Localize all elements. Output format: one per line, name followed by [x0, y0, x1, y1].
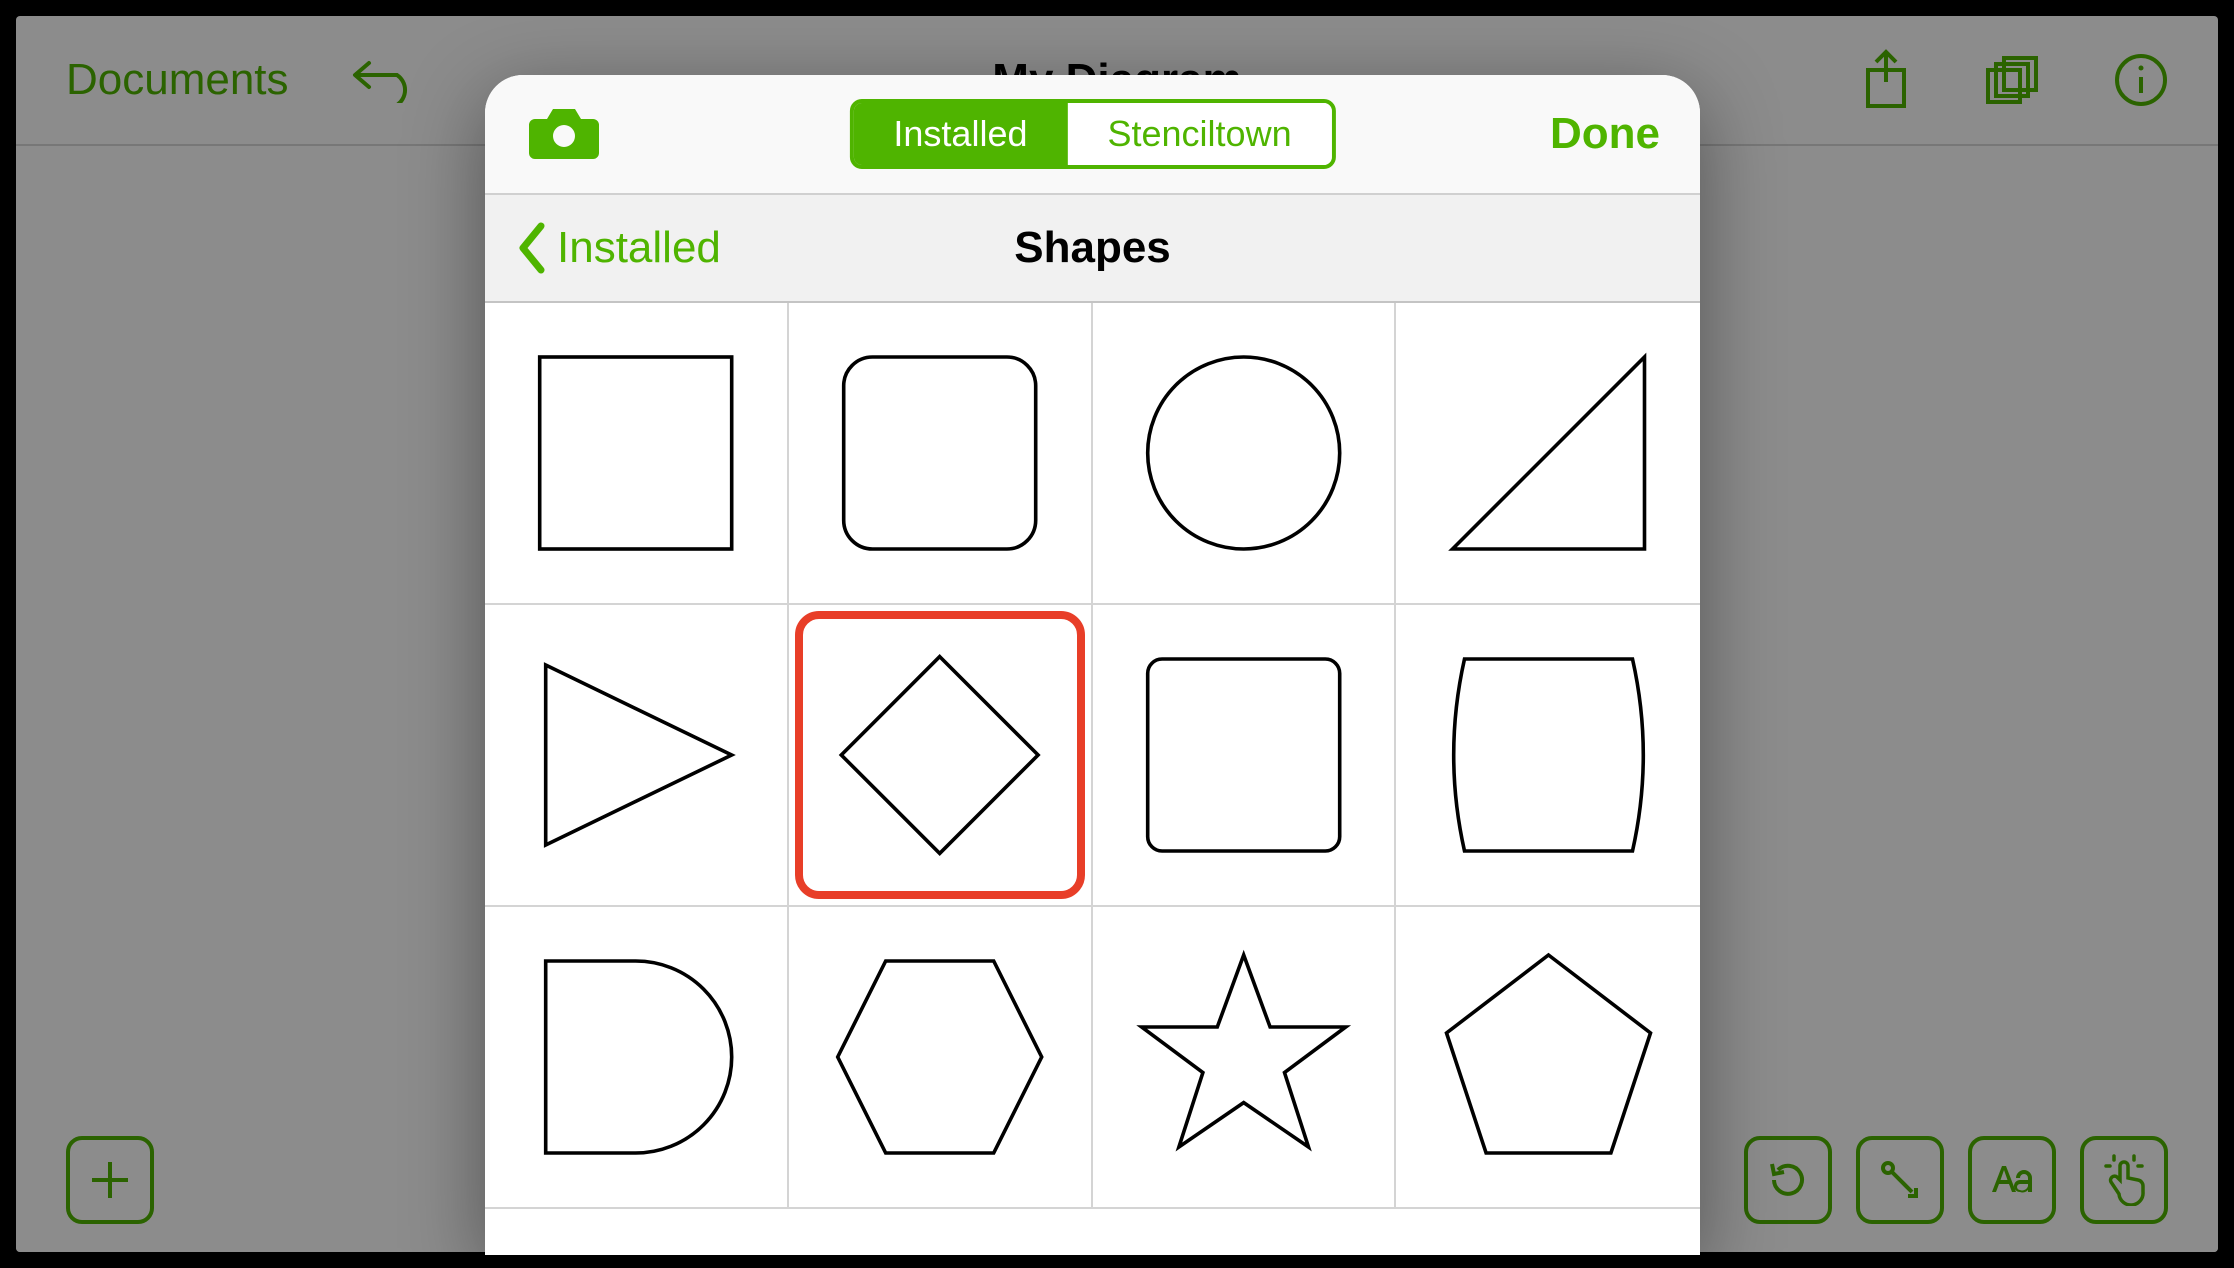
- shape-circle[interactable]: [1093, 303, 1397, 605]
- shapes-grid: [485, 303, 1700, 1255]
- tab-stenciltown[interactable]: Stenciltown: [1067, 103, 1331, 165]
- popover-header: Installed Stenciltown Done: [485, 75, 1700, 195]
- shape-rounded-square-large[interactable]: [1093, 605, 1397, 907]
- shape-right-triangle[interactable]: [1396, 303, 1700, 605]
- tab-installed[interactable]: Installed: [853, 103, 1067, 165]
- shape-barrel[interactable]: [1396, 605, 1700, 907]
- shape-diamond[interactable]: [789, 605, 1093, 907]
- back-label: Installed: [557, 223, 721, 273]
- shape-square[interactable]: [485, 303, 789, 605]
- shape-pentagon[interactable]: [1396, 907, 1700, 1209]
- shape-d-shape[interactable]: [485, 907, 789, 1209]
- shape-star[interactable]: [1093, 907, 1397, 1209]
- shape-triangle-right[interactable]: [485, 605, 789, 907]
- shape-hexagon[interactable]: [789, 907, 1093, 1209]
- done-button[interactable]: Done: [1550, 109, 1660, 159]
- popover-subheader: Installed Shapes: [485, 195, 1700, 303]
- camera-icon[interactable]: [525, 103, 603, 166]
- panel-title: Shapes: [1014, 223, 1171, 273]
- back-button[interactable]: Installed: [485, 222, 721, 274]
- tab-segment: Installed Stenciltown: [849, 99, 1335, 169]
- shapes-popover: Installed Stenciltown Done Installed Sha…: [485, 75, 1700, 1255]
- shape-rounded-rectangle[interactable]: [789, 303, 1093, 605]
